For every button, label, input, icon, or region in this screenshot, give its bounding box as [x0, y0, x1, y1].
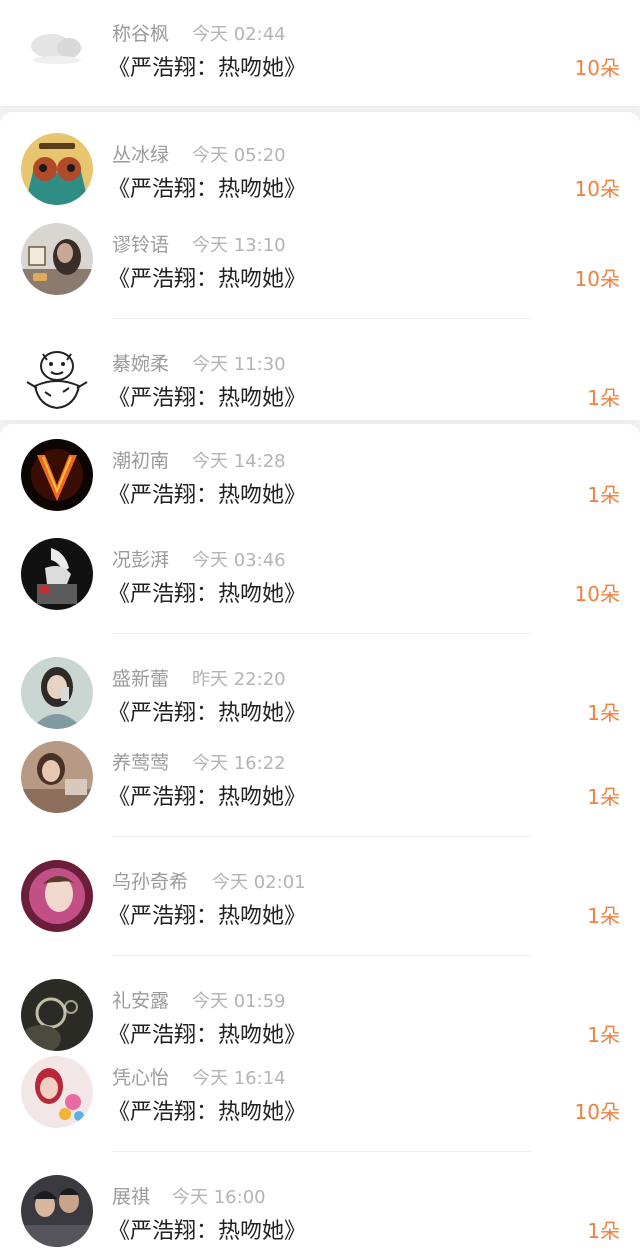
- list-item[interactable]: 丛冰绿 今天 05:20 《严浩翔：热吻她》 10朵: [0, 133, 640, 213]
- divider: [112, 318, 532, 319]
- message-text: 《严浩翔：热吻她》: [108, 582, 307, 607]
- user-name[interactable]: 盛新蕾: [112, 664, 169, 691]
- list-item[interactable]: 况彭湃 今天 03:46 《严浩翔：热吻她》 10朵: [0, 538, 640, 618]
- user-name[interactable]: 礼安露: [112, 986, 169, 1013]
- timestamp: 今天 02:01: [212, 872, 306, 893]
- divider: [112, 633, 532, 634]
- smoke-ring-avatar[interactable]: [21, 979, 93, 1051]
- list-item[interactable]: 綦婉柔 今天 11:30 《严浩翔：热吻她》 1朵: [0, 342, 640, 422]
- list-item[interactable]: 礼安露 今天 01:59 《严浩翔：热吻她》 1朵: [0, 979, 640, 1059]
- timestamp: 今天 11:30: [192, 354, 286, 375]
- fire-v-avatar[interactable]: [21, 439, 93, 511]
- timestamp: 今天 16:22: [192, 753, 286, 774]
- gift-count: 1朵: [587, 1219, 620, 1243]
- user-name[interactable]: 谬铃语: [112, 230, 169, 257]
- list-item[interactable]: 凭心怡 今天 16:14 《严浩翔：热吻她》 10朵: [0, 1056, 640, 1136]
- blurred-avatar: [21, 12, 93, 84]
- gemini-cartoon-avatar[interactable]: [21, 133, 93, 205]
- message-text: 《严浩翔：热吻她》: [108, 701, 307, 726]
- message-text: 《严浩翔：热吻她》: [108, 56, 307, 81]
- list-item[interactable]: 盛新蕾 昨天 22:20 《严浩翔：热吻她》 1朵: [0, 657, 640, 737]
- gift-count: 10朵: [574, 582, 620, 606]
- horse-statue-avatar[interactable]: [21, 538, 93, 610]
- gift-count: 10朵: [574, 177, 620, 201]
- message-text: 《严浩翔：热吻她》: [108, 386, 307, 411]
- gift-count: 1朵: [587, 904, 620, 928]
- gift-count: 10朵: [574, 1100, 620, 1124]
- list-item[interactable]: 乌孙奇希 今天 02:01 《严浩翔：热吻她》 1朵: [0, 860, 640, 940]
- girl-photo-avatar[interactable]: [21, 223, 93, 295]
- user-name[interactable]: 展祺: [112, 1182, 150, 1209]
- pink-girl-avatar[interactable]: [21, 1056, 93, 1128]
- gift-count: 1朵: [587, 483, 620, 507]
- user-name[interactable]: 况彭湃: [112, 545, 169, 572]
- gift-count: 1朵: [587, 701, 620, 725]
- gift-count: 1朵: [587, 386, 620, 410]
- timestamp: 今天 14:28: [192, 451, 286, 472]
- user-name[interactable]: 称谷枫: [112, 19, 169, 46]
- message-text: 《严浩翔：热吻她》: [108, 177, 307, 202]
- tiger-sketch-avatar[interactable]: [21, 342, 93, 414]
- list-item[interactable]: 养莺莺 今天 16:22 《严浩翔：热吻她》 1朵: [0, 741, 640, 821]
- message-text: 《严浩翔：热吻她》: [108, 785, 307, 810]
- message-text: 《严浩翔：热吻她》: [108, 1100, 307, 1125]
- gift-count: 1朵: [587, 1023, 620, 1047]
- timestamp: 今天 13:10: [192, 235, 286, 256]
- timestamp: 昨天 22:20: [192, 669, 286, 690]
- timestamp: 今天 05:20: [192, 145, 286, 166]
- user-name[interactable]: 綦婉柔: [112, 349, 169, 376]
- user-name[interactable]: 乌孙奇希: [112, 867, 188, 894]
- user-name[interactable]: 丛冰绿: [112, 140, 169, 167]
- timestamp: 今天 16:00: [172, 1187, 266, 1208]
- couple-photo-avatar[interactable]: [21, 1175, 93, 1247]
- message-text: 《严浩翔：热吻她》: [108, 1219, 307, 1244]
- gift-count: 1朵: [587, 785, 620, 809]
- divider: [112, 1151, 532, 1152]
- gift-count: 10朵: [574, 267, 620, 291]
- timestamp: 今天 01:59: [192, 991, 286, 1012]
- girl-room-avatar[interactable]: [21, 741, 93, 813]
- list-item[interactable]: 谬铃语 今天 13:10 《严浩翔：热吻她》 10朵: [0, 223, 640, 303]
- girl-selfie-avatar[interactable]: [21, 657, 93, 729]
- list-item[interactable]: 展祺 今天 16:00 《严浩翔：热吻她》 1朵: [0, 1175, 640, 1255]
- message-text: 《严浩翔：热吻她》: [108, 1023, 307, 1048]
- divider: [112, 955, 532, 956]
- message-text: 《严浩翔：热吻她》: [108, 904, 307, 929]
- timestamp: 今天 16:14: [192, 1068, 286, 1089]
- timestamp: 今天 02:44: [192, 24, 286, 45]
- user-name[interactable]: 潮初南: [112, 446, 169, 473]
- child-portrait-avatar[interactable]: [21, 860, 93, 932]
- user-name[interactable]: 养莺莺: [112, 748, 169, 775]
- divider: [112, 836, 532, 837]
- timestamp: 今天 03:46: [192, 550, 286, 571]
- user-name[interactable]: 凭心怡: [112, 1063, 169, 1090]
- gift-count: 10朵: [574, 56, 620, 80]
- list-item[interactable]: 称谷枫 今天 02:44 《严浩翔：热吻她》 10朵: [0, 12, 640, 92]
- message-text: 《严浩翔：热吻她》: [108, 267, 307, 292]
- list-item[interactable]: 潮初南 今天 14:28 《严浩翔：热吻她》 1朵: [0, 439, 640, 519]
- message-text: 《严浩翔：热吻她》: [108, 483, 307, 508]
